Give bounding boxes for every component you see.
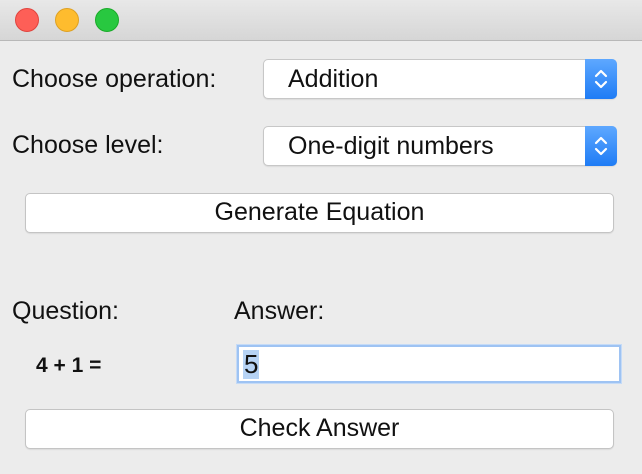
- answer-value: 5: [243, 349, 260, 379]
- close-window-button[interactable]: [15, 8, 39, 32]
- generate-equation-button[interactable]: Generate Equation: [25, 193, 614, 233]
- app-window: Choose operation: Addition Choose level:…: [0, 0, 642, 474]
- question-label: Question:: [12, 297, 120, 325]
- select-arrows-icon: [585, 59, 617, 99]
- answer-input[interactable]: 5: [237, 345, 621, 383]
- select-arrows-icon: [585, 126, 617, 166]
- level-label: Choose level:: [12, 131, 164, 159]
- level-select[interactable]: One-digit numbers: [263, 126, 617, 166]
- operation-select[interactable]: Addition: [263, 59, 617, 99]
- title-bar: [0, 0, 642, 41]
- minimize-window-button[interactable]: [55, 8, 79, 32]
- zoom-window-button[interactable]: [95, 8, 119, 32]
- operation-label: Choose operation:: [12, 65, 217, 93]
- answer-label: Answer:: [234, 297, 325, 325]
- check-answer-button[interactable]: Check Answer: [25, 409, 614, 449]
- question-expression: 4 + 1 =: [36, 354, 102, 377]
- operation-selected-value: Addition: [288, 65, 379, 93]
- level-selected-value: One-digit numbers: [288, 132, 494, 160]
